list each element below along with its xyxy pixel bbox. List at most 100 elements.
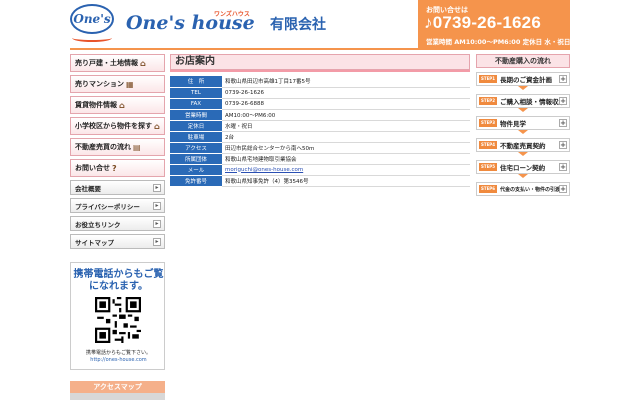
step-badge: STEP3 — [479, 119, 497, 127]
step-item[interactable]: STEP4 不動産売買契約 + — [476, 138, 570, 152]
nav-item-sale-mansion[interactable]: 売りマンション ▦ — [70, 75, 165, 93]
table-row: 駐車場 2台 — [170, 131, 470, 143]
subnav-label: プライバシーポリシー — [75, 202, 140, 211]
row-value: 0739-26-6888 — [222, 98, 470, 110]
subnav-label: お役立ちリンク — [75, 220, 121, 229]
row-key: メール — [170, 164, 222, 176]
mobile-banner[interactable]: 携帯電話からもご覧になれます。 携帯電話からもご覧下さい。 http://one… — [70, 262, 165, 370]
plus-icon: + — [559, 75, 567, 83]
row-key: アクセス — [170, 142, 222, 154]
house-icon: ⌂ — [140, 58, 146, 68]
table-row: TEL 0739-26-1626 — [170, 87, 470, 99]
logo-swoosh — [72, 34, 112, 42]
plus-icon: + — [559, 119, 567, 127]
step-item[interactable]: STEP6 代金の支払い・物件の引渡し + — [476, 182, 570, 196]
qr-code-icon — [95, 297, 141, 343]
nav-item-trade-flow[interactable]: 不動産売買の流れ ▤ — [70, 138, 165, 156]
table-row: 所属団体 和歌山県宅地建物取引業協会 — [170, 153, 470, 165]
table-row: 住 所和歌山県田辺市高雄1丁目17番5号 — [170, 76, 470, 88]
subnav-sitemap[interactable]: サイトマップ ▸ — [70, 234, 165, 249]
main-content: お店案内 住 所和歌山県田辺市高雄1丁目17番5号 TEL 0739-26-162… — [170, 54, 470, 187]
mobile-title: 携帯電話からもご覧になれます。 — [73, 269, 164, 292]
step-badge: STEP2 — [479, 97, 497, 105]
row-value: 和歌山県宅地建物取引業協会 — [222, 153, 470, 165]
nav-item-rental[interactable]: 賃貸物件情報 ⌂ — [70, 96, 165, 114]
access-map[interactable] — [70, 393, 165, 400]
question-icon: ? — [112, 163, 117, 173]
left-subnav: 会社概要 ▸ プライバシーポリシー ▸ お役立ちリンク ▸ サイトマップ ▸ — [70, 180, 165, 252]
arrow-right-icon: ▸ — [153, 184, 161, 192]
left-nav: 売り戸建・土地情報 ⌂ 売りマンション ▦ 賃貸物件情報 ⌂ 小学校区から物件を探す ⌂… — [70, 54, 165, 180]
step-badge: STEP6 — [479, 185, 497, 193]
row-key: 免許番号 — [170, 175, 222, 187]
subnav-label: サイトマップ — [75, 238, 114, 247]
step-label: 物件見学 — [500, 120, 526, 128]
arrow-down-icon — [518, 86, 528, 90]
contact-box: お問い合せは ♪0739-26-1626 営業時間 AM10:00〜PM6:00… — [418, 0, 570, 48]
step-badge: STEP5 — [479, 163, 497, 171]
step-label: ご購入相談・情報収集 — [500, 98, 565, 106]
subnav-links[interactable]: お役立ちリンク ▸ — [70, 216, 165, 231]
table-row: FAX 0739-26-6888 — [170, 98, 470, 110]
row-value: 2台 — [222, 131, 470, 143]
logo-text: One's — [73, 12, 111, 26]
row-key: 所属団体 — [170, 153, 222, 165]
email-link[interactable]: moriguchi@ones-house.com — [222, 164, 470, 176]
nav-label: 賃貸物件情報 — [75, 101, 117, 109]
subnav-company[interactable]: 会社概要 ▸ — [70, 180, 165, 195]
title-underline — [170, 70, 470, 72]
plus-icon: + — [559, 141, 567, 149]
step-item[interactable]: STEP1 長期のご資金計画 + — [476, 72, 570, 86]
access-map-heading[interactable]: アクセスマップ — [70, 381, 165, 393]
subnav-label: 会社概要 — [75, 184, 101, 193]
row-value: 0739-26-1626 — [222, 87, 470, 99]
step-item[interactable]: STEP3 物件見学 + — [476, 116, 570, 130]
nav-label: 売り戸建・土地情報 — [75, 59, 138, 67]
house-icon: ⌂ — [154, 121, 160, 131]
document-icon: ▤ — [133, 142, 141, 152]
header-divider — [70, 48, 570, 50]
row-value: 水曜・祝日 — [222, 120, 470, 132]
building-icon: ▦ — [126, 79, 134, 89]
step-item[interactable]: STEP5 住宅ローン契約 + — [476, 160, 570, 174]
plus-icon: + — [559, 97, 567, 105]
phone-icon: ♪ — [424, 13, 433, 32]
business-hours: 営業時間 AM10:00〜PM6:00 定休日 水・祝日 — [426, 38, 571, 46]
step-label: 住宅ローン契約 — [500, 164, 546, 172]
mobile-url[interactable]: http://ones-house.com — [71, 357, 166, 363]
table-row: アクセス 田辺市民総合センターから南へ50m — [170, 142, 470, 154]
table-row: メール moriguchi@ones-house.com — [170, 164, 470, 176]
house-icon: ⌂ — [119, 100, 125, 110]
arrow-right-icon: ▸ — [153, 220, 161, 228]
purchase-flow-sidebar: 不動産購入の流れ STEP1 長期のご資金計画 + STEP2 ご購入相談・情報収集 +… — [476, 54, 570, 196]
row-key: 営業時間 — [170, 109, 222, 121]
nav-item-sale-house[interactable]: 売り戸建・土地情報 ⌂ — [70, 54, 165, 72]
arrow-down-icon — [518, 108, 528, 112]
store-info-table: 住 所和歌山県田辺市高雄1丁目17番5号 TEL 0739-26-1626 FAX… — [170, 76, 470, 187]
nav-label: 売りマンション — [75, 80, 124, 88]
company-type: 有限会社 — [270, 17, 326, 33]
brand-kana: ワンズハウス — [214, 11, 250, 18]
arrow-right-icon: ▸ — [153, 238, 161, 246]
purchase-flow-title: 不動産購入の流れ — [476, 54, 570, 68]
step-badge: STEP1 — [479, 75, 497, 83]
nav-item-contact[interactable]: お問い合せ? — [70, 159, 165, 177]
nav-label: お問い合せ — [75, 164, 110, 172]
arrow-right-icon: ▸ — [153, 202, 161, 210]
plus-icon: + — [559, 185, 567, 193]
nav-label: 小学校区から物件を探す — [75, 122, 152, 130]
row-key: 住 所 — [170, 76, 222, 88]
row-key: 駐車場 — [170, 131, 222, 143]
phone-number[interactable]: ♪0739-26-1626 — [424, 13, 541, 33]
site-header: One's One's house ワンズハウス 有限会社 お問い合せは ♪07… — [70, 0, 570, 48]
table-row: 定休日 水曜・祝日 — [170, 120, 470, 132]
nav-item-school-district[interactable]: 小学校区から物件を探す ⌂ — [70, 117, 165, 135]
subnav-privacy[interactable]: プライバシーポリシー ▸ — [70, 198, 165, 213]
row-value: AM10:00〜PM6:00 — [222, 109, 470, 121]
logo-icon[interactable]: One's — [70, 4, 114, 34]
step-label: 不動産売買契約 — [500, 142, 546, 150]
arrow-down-icon — [518, 152, 528, 156]
step-badge: STEP4 — [479, 141, 497, 149]
step-item[interactable]: STEP2 ご購入相談・情報収集 + — [476, 94, 570, 108]
row-key: 定休日 — [170, 120, 222, 132]
